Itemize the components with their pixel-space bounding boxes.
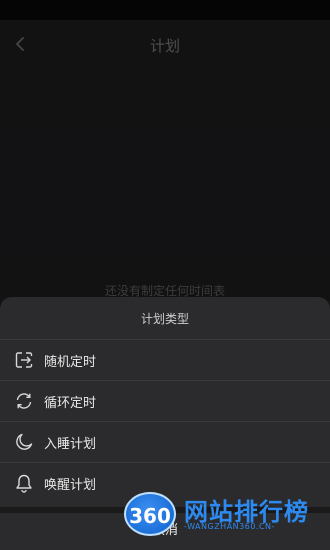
app-screen: 计划 还没有制定任何时间表 计划类型 随机定时 循环定时 入睡计划 唤醒计划 <box>0 20 330 550</box>
watermark-logo: 360 网站排行榜 -WANGZHAN360.CN- <box>120 492 330 536</box>
sheet-item-label: 入睡计划 <box>44 436 97 452</box>
sheet-item-label: 随机定时 <box>44 354 97 370</box>
sheet-item-cycle-timer[interactable]: 循环定时 <box>0 380 330 421</box>
sheet-item-sleep-plan[interactable]: 入睡计划 <box>0 421 330 462</box>
status-bar <box>0 0 330 20</box>
moon-icon <box>14 432 34 452</box>
sheet-item-label: 循环定时 <box>44 395 97 411</box>
sheet-item-random-timer[interactable]: 随机定时 <box>0 339 330 380</box>
sheet-item-label: 唤醒计划 <box>44 477 97 493</box>
bell-icon <box>14 473 34 493</box>
watermark-badge: 360 <box>124 492 176 536</box>
watermark-url: -WANGZHAN360.CN- <box>184 522 275 531</box>
random-exit-icon <box>14 350 34 370</box>
sheet-title: 计划类型 <box>140 312 189 326</box>
watermark-number: 360 <box>129 504 171 528</box>
refresh-cycle-icon <box>14 391 34 411</box>
